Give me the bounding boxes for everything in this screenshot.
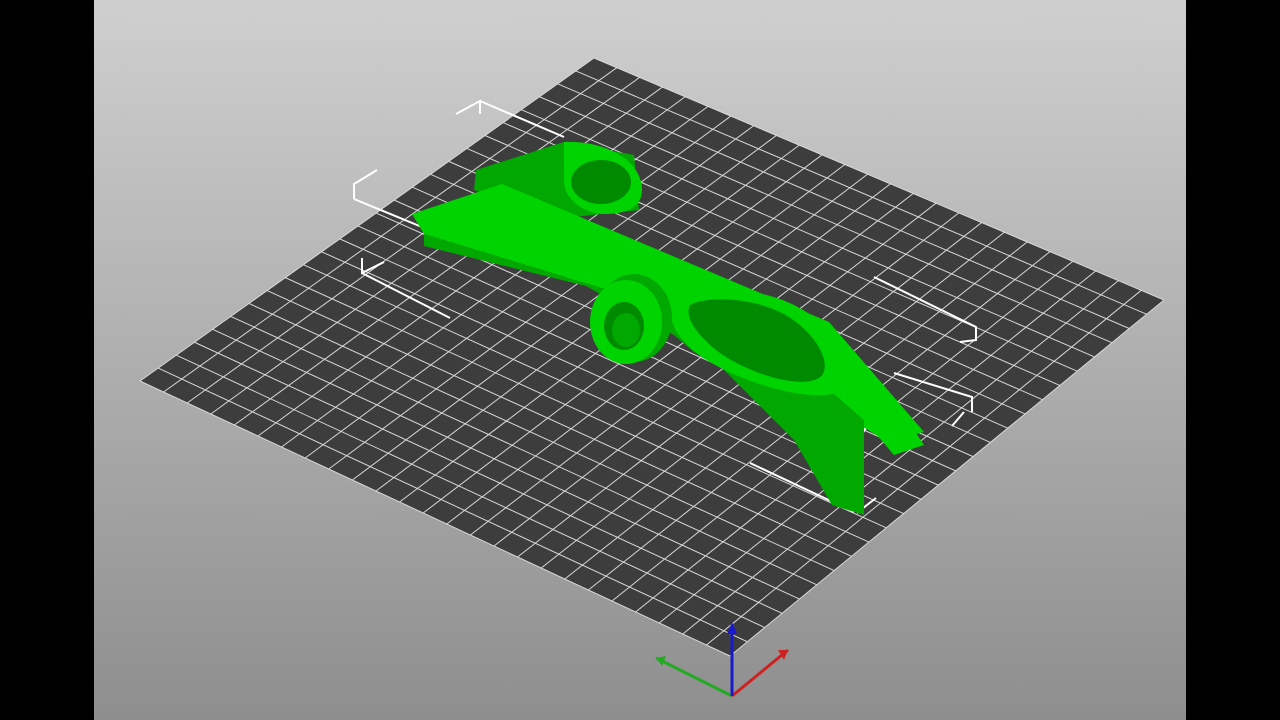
model-face — [571, 160, 631, 204]
window-frame — [0, 0, 1280, 720]
scene-canvas[interactable] — [94, 0, 1186, 720]
model-face — [612, 313, 640, 347]
3d-viewport[interactable] — [94, 0, 1186, 720]
